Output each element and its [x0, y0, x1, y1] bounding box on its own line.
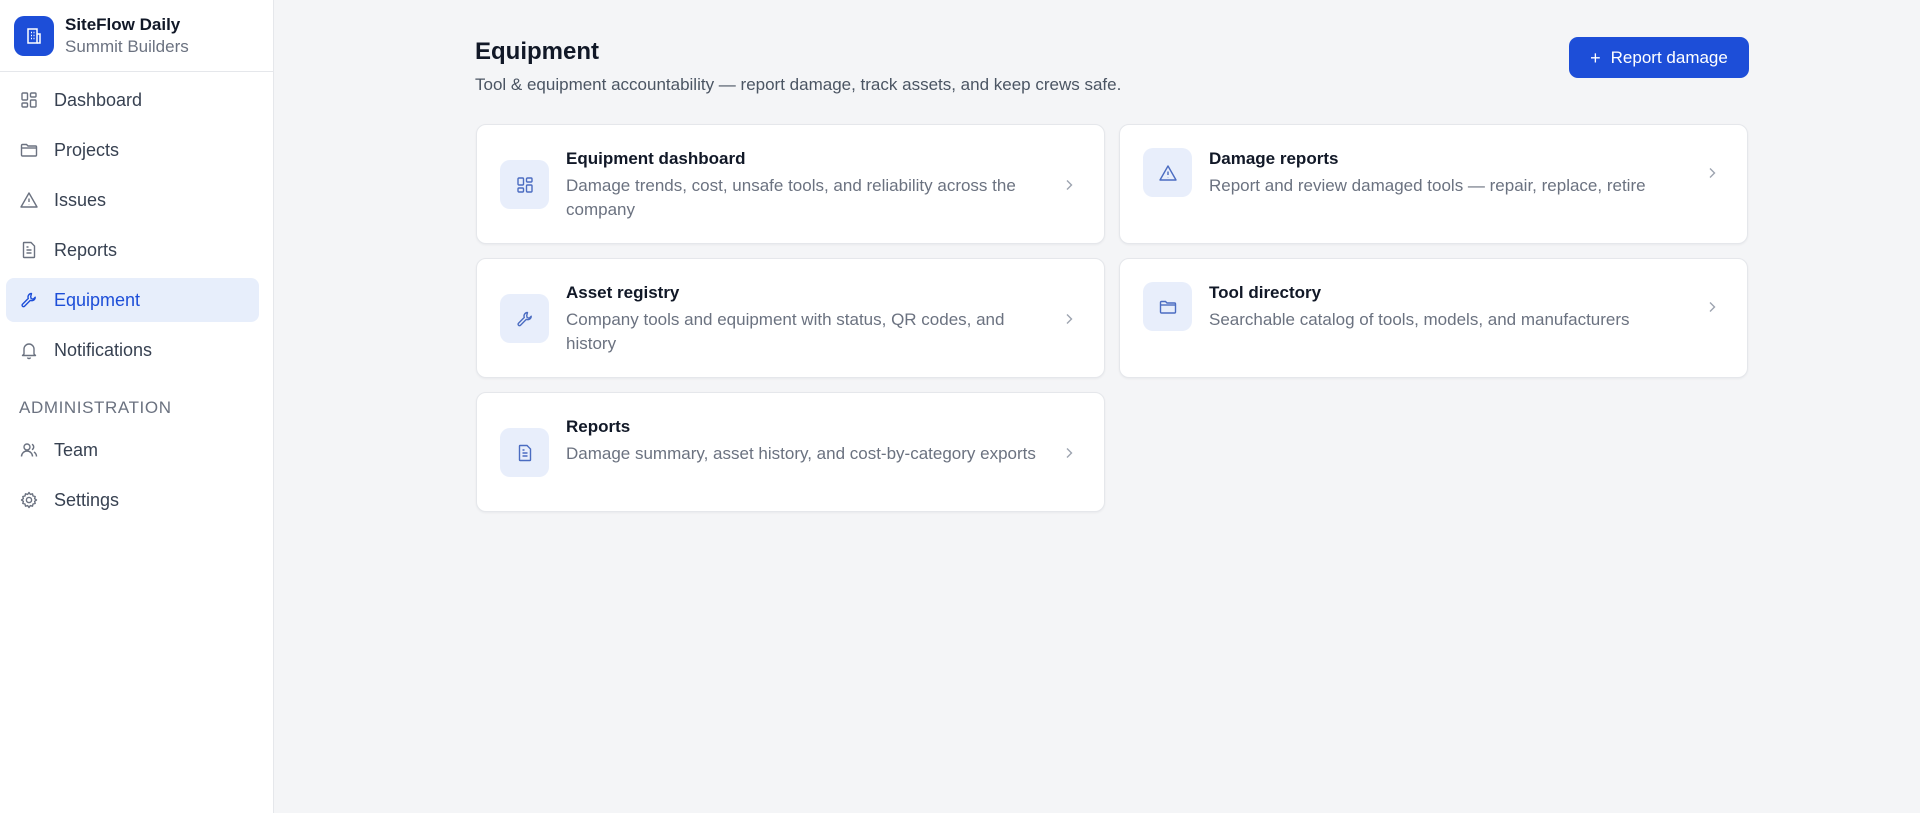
sidebar-item-equipment[interactable]: Equipment: [6, 278, 259, 322]
sidebar-item-issues[interactable]: Issues: [6, 178, 259, 222]
document-icon: [19, 240, 39, 260]
card-title: Damage reports: [1209, 149, 1339, 168]
users-icon: [19, 440, 39, 460]
gear-icon: [19, 490, 39, 510]
organization-name: Summit Builders: [65, 36, 189, 56]
sidebar-item-label: Team: [54, 439, 99, 460]
sidebar-item-team[interactable]: Team: [6, 428, 259, 472]
grid-icon: [19, 90, 39, 110]
report-damage-label: Report damage: [1610, 47, 1728, 67]
chevron-right-icon: [1709, 168, 1716, 178]
plus-icon: +: [1590, 47, 1601, 68]
app-name: SiteFlow Daily: [65, 14, 181, 34]
page-title: Equipment: [475, 38, 599, 65]
sidebar-item-label: Notifications: [54, 339, 153, 360]
wrench-icon: [500, 294, 549, 343]
building-icon: [14, 15, 54, 56]
main-content: Equipment Tool & equipment accountabilit…: [275, 0, 1920, 813]
card-title: Reports: [566, 417, 631, 436]
chevron-right-icon: [1709, 302, 1716, 312]
wrench-icon: [19, 290, 39, 310]
card-description: Searchable catalog of tools, models, and…: [1209, 310, 1630, 329]
card-description: Damage trends, cost, unsafe tools, and r…: [566, 176, 1016, 219]
card-tool-directory[interactable]: Tool directory Searchable catalog of too…: [1119, 258, 1748, 378]
sidebar-item-reports[interactable]: Reports: [6, 228, 259, 272]
sidebar-item-settings[interactable]: Settings: [6, 478, 259, 522]
card-title: Equipment dashboard: [566, 149, 746, 168]
sidebar-item-label: Reports: [54, 239, 118, 260]
warning-icon: [1143, 148, 1192, 197]
document-icon: [500, 428, 549, 477]
chevron-right-icon: [1066, 314, 1073, 324]
sidebar-item-label: Settings: [54, 489, 120, 510]
report-damage-button[interactable]: + Report damage: [1569, 37, 1749, 78]
card-asset-registry[interactable]: Asset registry Company tools and equipme…: [476, 258, 1105, 378]
card-damage-reports[interactable]: Damage reports Report and review damaged…: [1119, 124, 1748, 244]
sidebar-item-label: Issues: [54, 189, 107, 210]
card-description: Report and review damaged tools — repair…: [1209, 176, 1646, 195]
page-subtitle: Tool & equipment accountability — report…: [475, 75, 1122, 94]
sidebar-item-label: Dashboard: [54, 89, 143, 110]
folder-icon: [1143, 282, 1192, 331]
sidebar-nav: Dashboard Projects Issues Reports Equipm…: [0, 72, 273, 522]
chevron-right-icon: [1066, 180, 1073, 190]
card-reports[interactable]: Reports Damage summary, asset history, a…: [476, 392, 1105, 512]
card-title: Tool directory: [1209, 283, 1322, 302]
sidebar-item-dashboard[interactable]: Dashboard: [6, 78, 259, 122]
grid-icon: [500, 160, 549, 209]
card-description: Damage summary, asset history, and cost-…: [566, 444, 1036, 463]
admin-section-label: ADMINISTRATION: [19, 398, 172, 417]
sidebar: SiteFlow Daily Summit Builders Dashboard…: [0, 0, 274, 813]
card-equipment-dashboard[interactable]: Equipment dashboard Damage trends, cost,…: [476, 124, 1105, 244]
bell-icon: [19, 340, 39, 360]
brand-header[interactable]: SiteFlow Daily Summit Builders: [0, 0, 273, 72]
warning-icon: [19, 190, 39, 210]
folder-icon: [19, 140, 39, 160]
card-description: Company tools and equipment with status,…: [566, 310, 1005, 353]
sidebar-item-label: Equipment: [54, 289, 141, 310]
sidebar-item-notifications[interactable]: Notifications: [6, 328, 259, 372]
sidebar-item-projects[interactable]: Projects: [6, 128, 259, 172]
card-title: Asset registry: [566, 283, 680, 302]
chevron-right-icon: [1066, 448, 1073, 458]
sidebar-item-label: Projects: [54, 139, 120, 160]
